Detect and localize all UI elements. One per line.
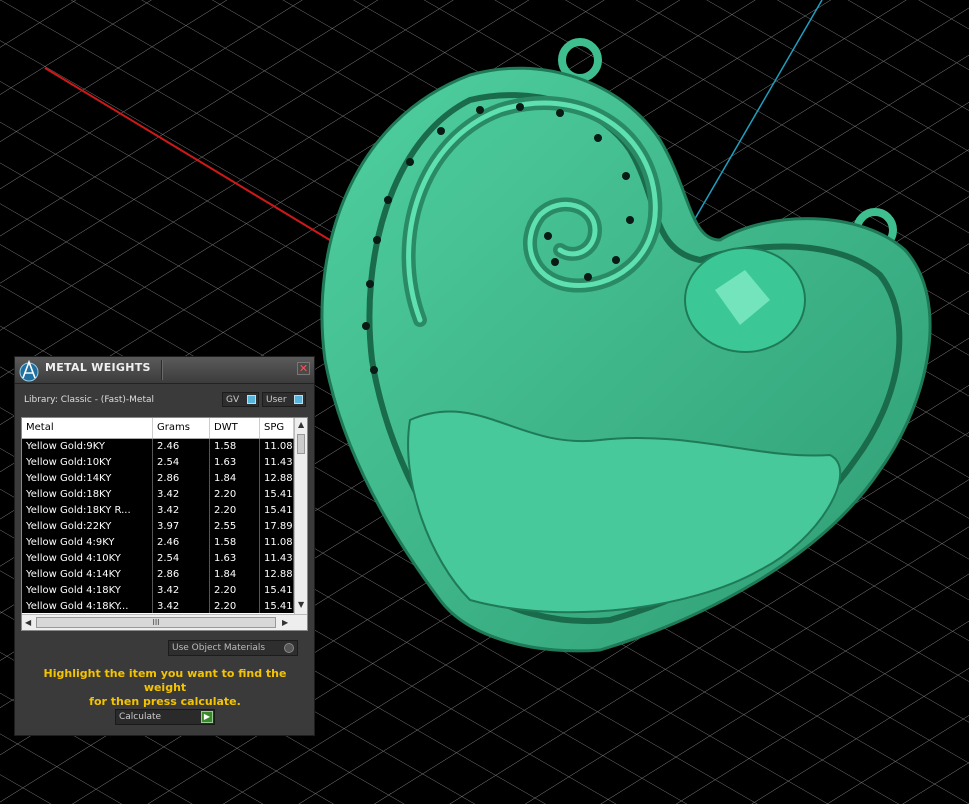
cell-spg: 11.43: [260, 455, 294, 471]
horizontal-scrollbar[interactable]: ◀ III ▶: [22, 614, 307, 630]
cell-metal: Yellow Gold 4:18KY: [22, 583, 153, 599]
table-row[interactable]: Yellow Gold:10KY 2.54 1.63 11.43: [22, 455, 294, 471]
close-icon[interactable]: ✕: [297, 362, 310, 375]
metal-table: Metal Grams DWT SPG Yellow Gold:9KY 2.46 1…: [21, 417, 308, 631]
scroll-right-icon[interactable]: ▶: [282, 618, 288, 627]
cell-dwt: 2.20: [210, 487, 260, 503]
cell-metal: Yellow Gold 4:18KY...: [22, 599, 153, 613]
user-indicator-icon: [294, 395, 303, 404]
cell-metal: Yellow Gold:9KY: [22, 439, 153, 455]
scroll-left-icon[interactable]: ◀: [25, 618, 31, 627]
instruction-line-1: Highlight the item you want to find the …: [43, 667, 287, 694]
panel-title: METAL WEIGHTS: [45, 361, 151, 374]
cell-dwt: 2.55: [210, 519, 260, 535]
cell-dwt: 1.84: [210, 471, 260, 487]
calculate-label: Calculate: [119, 712, 162, 722]
cell-spg: 17.89: [260, 519, 294, 535]
cell-dwt: 2.20: [210, 503, 260, 519]
cell-spg: 15.41: [260, 487, 294, 503]
cell-grams: 3.42: [153, 599, 210, 613]
cell-grams: 2.54: [153, 455, 210, 471]
table-row[interactable]: Yellow Gold:9KY 2.46 1.58 11.08: [22, 439, 294, 455]
table-body: Yellow Gold:9KY 2.46 1.58 11.08 Yellow Gold:…: [22, 439, 294, 613]
cell-metal: Yellow Gold:18KY: [22, 487, 153, 503]
cell-grams: 2.54: [153, 551, 210, 567]
gv-indicator-icon: [247, 395, 256, 404]
app-logo-icon: [19, 359, 39, 382]
table-row[interactable]: Yellow Gold 4:9KY 2.46 1.58 11.08: [22, 535, 294, 551]
cell-grams: 3.97: [153, 519, 210, 535]
table-row[interactable]: Yellow Gold 4:18KY 3.42 2.20 15.41: [22, 583, 294, 599]
vertical-scrollbar[interactable]: ▲ ▼: [294, 418, 307, 614]
cell-grams: 3.42: [153, 503, 210, 519]
cell-grams: 2.46: [153, 439, 210, 455]
cell-spg: 12.88: [260, 567, 294, 583]
column-header-grams[interactable]: Grams: [153, 418, 210, 438]
title-separator: [161, 360, 162, 380]
cell-metal: Yellow Gold:18KY R...: [22, 503, 153, 519]
instruction-text: Highlight the item you want to find the …: [25, 667, 305, 709]
table-row[interactable]: Yellow Gold:14KY 2.86 1.84 12.88: [22, 471, 294, 487]
column-header-dwt[interactable]: DWT: [210, 418, 260, 438]
horizontal-scroll-thumb[interactable]: III: [36, 617, 276, 628]
metal-weights-panel: METAL WEIGHTS ✕ Library: Classic - (Fast…: [14, 356, 315, 736]
cell-spg: 11.43: [260, 551, 294, 567]
cell-metal: Yellow Gold:22KY: [22, 519, 153, 535]
cell-grams: 2.46: [153, 535, 210, 551]
calculate-button[interactable]: Calculate ▶: [115, 709, 215, 725]
cell-grams: 2.86: [153, 567, 210, 583]
cell-spg: 11.08: [260, 439, 294, 455]
cell-dwt: 1.58: [210, 439, 260, 455]
gv-label: GV: [226, 395, 240, 405]
table-row[interactable]: Yellow Gold 4:14KY 2.86 1.84 12.88: [22, 567, 294, 583]
cell-metal: Yellow Gold 4:9KY: [22, 535, 153, 551]
cell-spg: 12.88: [260, 471, 294, 487]
cell-metal: Yellow Gold 4:10KY: [22, 551, 153, 567]
cell-metal: Yellow Gold:14KY: [22, 471, 153, 487]
column-header-metal[interactable]: Metal: [22, 418, 153, 438]
table-row[interactable]: Yellow Gold 4:18KY... 3.42 2.20 15.41: [22, 599, 294, 613]
scroll-up-icon[interactable]: ▲: [298, 420, 304, 429]
use-object-materials-label: Use Object Materials: [172, 643, 266, 653]
scroll-down-icon[interactable]: ▼: [298, 600, 304, 609]
cell-spg: 15.41: [260, 599, 294, 613]
table-row[interactable]: Yellow Gold 4:10KY 2.54 1.63 11.43: [22, 551, 294, 567]
vertical-scroll-thumb[interactable]: [297, 434, 305, 454]
table-row[interactable]: Yellow Gold:22KY 3.97 2.55 17.89: [22, 519, 294, 535]
cell-grams: 3.42: [153, 583, 210, 599]
user-library-button[interactable]: User: [262, 392, 306, 407]
cell-spg: 15.41: [260, 583, 294, 599]
cell-grams: 2.86: [153, 471, 210, 487]
cell-dwt: 1.63: [210, 455, 260, 471]
instruction-line-2: for then press calculate.: [89, 695, 241, 708]
cell-metal: Yellow Gold 4:14KY: [22, 567, 153, 583]
use-object-materials-toggle[interactable]: Use Object Materials: [168, 640, 298, 656]
gv-library-button[interactable]: GV: [222, 392, 259, 407]
user-label: User: [266, 395, 287, 405]
column-header-spg[interactable]: SPG: [260, 418, 294, 438]
play-icon: ▶: [201, 711, 213, 723]
table-row[interactable]: Yellow Gold:18KY R... 3.42 2.20 15.41: [22, 503, 294, 519]
cell-spg: 15.41: [260, 503, 294, 519]
table-row[interactable]: Yellow Gold:18KY 3.42 2.20 15.41: [22, 487, 294, 503]
toggle-indicator-icon: [284, 643, 294, 653]
cell-grams: 3.42: [153, 487, 210, 503]
cell-dwt: 1.58: [210, 535, 260, 551]
cell-spg: 11.08: [260, 535, 294, 551]
cell-dwt: 1.63: [210, 551, 260, 567]
library-label: Library: Classic - (Fast)-Metal: [24, 395, 155, 405]
table-header: Metal Grams DWT SPG: [22, 418, 294, 439]
cell-metal: Yellow Gold:10KY: [22, 455, 153, 471]
cell-dwt: 1.84: [210, 567, 260, 583]
panel-titlebar[interactable]: METAL WEIGHTS ✕: [15, 357, 314, 384]
cell-dwt: 2.20: [210, 583, 260, 599]
cell-dwt: 2.20: [210, 599, 260, 613]
